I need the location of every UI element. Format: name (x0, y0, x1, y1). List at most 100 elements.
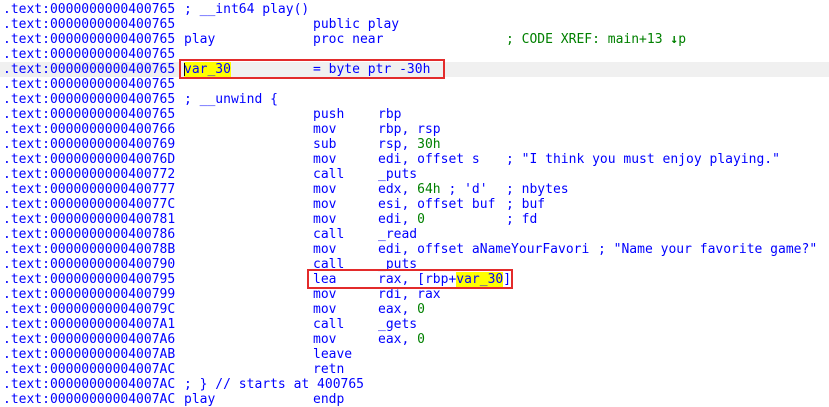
address[interactable]: .text:0000000000400765 (3, 62, 175, 77)
address[interactable]: .text:0000000000400765 (3, 92, 175, 107)
operand[interactable]: _puts (378, 167, 417, 182)
address[interactable]: .text:0000000000400799 (3, 287, 175, 302)
mnemonic[interactable]: endp (313, 392, 344, 407)
operand-number[interactable]: 0 (417, 332, 425, 347)
mnemonic[interactable]: call (313, 167, 344, 182)
operand-text[interactable]: ; 'd' (441, 182, 487, 197)
address[interactable]: .text:0000000000400765 (3, 32, 175, 47)
address[interactable]: .text:000000000040079C (3, 302, 175, 317)
address[interactable]: .text:0000000000400772 (3, 167, 175, 182)
mnemonic[interactable]: retn (313, 362, 344, 377)
mnemonic[interactable]: mov (313, 197, 336, 212)
disassembly-listing[interactable]: .text:0000000000400765; __int64 play() .t… (0, 0, 829, 407)
mnemonic[interactable]: mov (313, 302, 336, 317)
address[interactable]: .text:000000000040078B (3, 242, 175, 257)
mnemonic[interactable]: mov (313, 287, 336, 302)
mnemonic[interactable]: sub (313, 137, 336, 152)
address[interactable]: .text:0000000000400769 (3, 137, 175, 152)
address[interactable]: .text:0000000000400765 (3, 47, 175, 62)
address[interactable]: .text:0000000000400781 (3, 212, 175, 227)
operand[interactable]: edi, offset aNameYourFavori (378, 242, 589, 257)
address[interactable]: .text:000000000040076D (3, 152, 175, 167)
operand-text[interactable]: edi, offset s (378, 152, 480, 167)
operand[interactable]: rbp (378, 107, 401, 122)
address[interactable]: .text:0000000000400765 (3, 2, 175, 17)
operand[interactable]: edi, offset s (378, 152, 480, 167)
listing-line[interactable]: .text:0000000000400765 play proc near ; COD… (0, 32, 829, 47)
listing-line[interactable]: .text:0000000000400765 public play (0, 17, 829, 32)
mnemonic[interactable]: push (313, 107, 344, 122)
operand-text[interactable]: eax, (378, 332, 417, 347)
listing-line[interactable]: .text:000000000040078B mov edi, offset aNa… (0, 242, 829, 257)
operand-text[interactable]: edi, offset aNameYourFavori (378, 242, 589, 257)
operand[interactable]: rdi, rax (378, 287, 441, 302)
mnemonic[interactable]: mov (313, 152, 336, 167)
address[interactable]: .text:00000000004007AC (3, 362, 175, 377)
operand-text[interactable]: esi, offset buf (378, 197, 495, 212)
listing-line[interactable]: .text:0000000000400765 ; __int64 play() (0, 2, 829, 17)
listing-line[interactable]: .text:0000000000400786 call _read (0, 227, 829, 242)
operand[interactable]: esi, offset buf (378, 197, 495, 212)
listing-line[interactable]: .text:0000000000400769 sub rsp, 30h (0, 137, 829, 152)
listing-line[interactable]: .text:00000000004007AB leave (0, 347, 829, 362)
operand[interactable]: _read (378, 227, 417, 242)
mnemonic[interactable]: mov (313, 212, 336, 227)
mnemonic[interactable]: mov (313, 242, 336, 257)
operand[interactable]: _gets (378, 317, 417, 332)
operand[interactable]: rbp, rsp (378, 122, 441, 137)
address[interactable]: .text:0000000000400777 (3, 182, 175, 197)
listing-line[interactable]: .text:0000000000400772 call _puts (0, 167, 829, 182)
listing-line[interactable]: .text:000000000040076D mov edi, offset s ; … (0, 152, 829, 167)
listing-line[interactable]: .text:000000000040077C mov esi, offset buf… (0, 197, 829, 212)
operand-number[interactable]: 0 (417, 302, 425, 317)
listing-line[interactable]: .text:0000000000400765 ; __unwind { (0, 92, 829, 107)
address[interactable]: .text:0000000000400786 (3, 227, 175, 242)
address[interactable]: .text:0000000000400795 (3, 272, 175, 287)
operand-text[interactable]: _puts (378, 167, 417, 182)
listing-line[interactable]: .text:0000000000400777 mov edx, 64h ; 'd';… (0, 182, 829, 197)
code-xref[interactable]: ; CODE XREF: main+13 ↓p (506, 32, 686, 47)
mnemonic[interactable]: call (313, 317, 344, 332)
address[interactable]: .text:0000000000400765 (3, 17, 175, 32)
listing-line[interactable]: .text:00000000004007AC play endp (0, 392, 829, 407)
listing-line[interactable]: .text:0000000000400765 (0, 77, 829, 92)
operand-number[interactable]: 30h (417, 137, 440, 152)
listing-line[interactable]: .text:0000000000400766 mov rbp, rsp (0, 122, 829, 137)
address[interactable]: .text:000000000040077C (3, 197, 175, 212)
address[interactable]: .text:00000000004007A6 (3, 332, 175, 347)
mnemonic[interactable]: leave (313, 347, 352, 362)
listing-line[interactable]: .text:0000000000400781 mov edi, 0 ; fd (0, 212, 829, 227)
operand-text[interactable]: rdi, rax (378, 287, 441, 302)
proc-label[interactable]: play (184, 392, 215, 407)
address[interactable]: .text:00000000004007A1 (3, 317, 175, 332)
address[interactable]: .text:0000000000400765 (3, 107, 175, 122)
mnemonic[interactable]: public play (313, 17, 399, 32)
operand[interactable]: rsp, 30h (378, 137, 441, 152)
listing-line[interactable]: .text:00000000004007AC retn (0, 362, 829, 377)
operand-text[interactable]: rbp, rsp (378, 122, 441, 137)
listing-line[interactable]: .text:000000000040079C mov eax, 0 (0, 302, 829, 317)
listing-line[interactable]: .text:0000000000400799 mov rdi, rax (0, 287, 829, 302)
operand[interactable]: eax, 0 (378, 302, 425, 317)
operand-text[interactable]: edx, (378, 182, 417, 197)
proc-label[interactable]: play (184, 32, 215, 47)
listing-line[interactable]: .text:00000000004007A1 call _gets (0, 317, 829, 332)
listing-line[interactable]: .text:0000000000400765 push rbp (0, 107, 829, 122)
operand-text[interactable]: rbp (378, 107, 401, 122)
operand[interactable]: edx, 64h ; 'd' (378, 182, 488, 197)
listing-line[interactable]: .text:00000000004007A6 mov eax, 0 (0, 332, 829, 347)
mnemonic[interactable]: proc near (313, 32, 383, 47)
operand-text[interactable]: rsp, (378, 137, 417, 152)
address[interactable]: .text:0000000000400765 (3, 77, 175, 92)
operand-number[interactable]: 64h (417, 182, 440, 197)
operand-text[interactable]: edi, (378, 212, 417, 227)
mnemonic[interactable]: mov (313, 332, 336, 347)
operand-text[interactable]: eax, (378, 302, 417, 317)
listing-line[interactable]: .text:00000000004007AC ; } // starts at 4… (0, 377, 829, 392)
address[interactable]: .text:00000000004007AC (3, 392, 175, 407)
operand[interactable]: eax, 0 (378, 332, 425, 347)
operand-text[interactable]: _read (378, 227, 417, 242)
mnemonic[interactable]: mov (313, 182, 336, 197)
operand[interactable]: edi, 0 (378, 212, 425, 227)
address[interactable]: .text:00000000004007AB (3, 347, 175, 362)
